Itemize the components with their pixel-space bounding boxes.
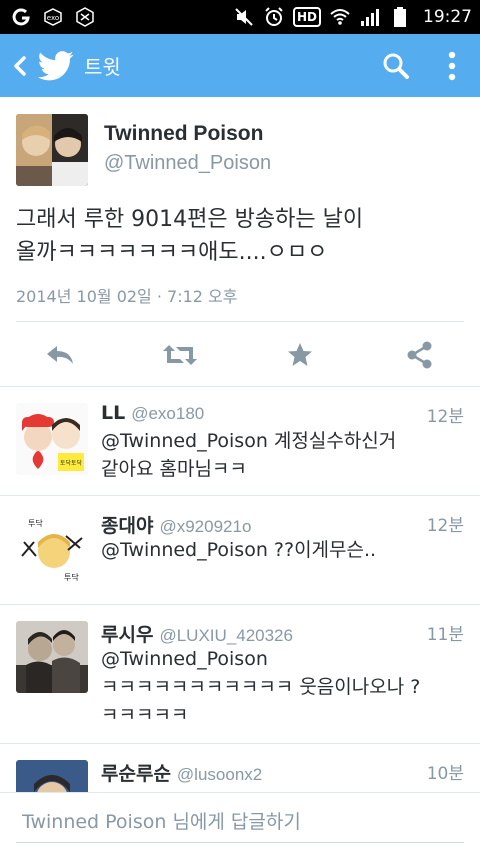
reply-author-handle[interactable]: @exo180 [131, 404, 204, 424]
reply-author-name[interactable]: 루순루순 [101, 759, 171, 786]
exo-logo-icon: exo [42, 6, 64, 28]
hd-voice-icon: HD [292, 7, 321, 27]
reply-time: 12분 [426, 407, 464, 427]
search-icon [383, 53, 409, 79]
alarm-icon [263, 6, 285, 28]
tweet-actions [0, 337, 480, 377]
reply-time: 12분 [426, 516, 464, 536]
reply-text: @Twinned_Poison ??이게무슨.. [101, 536, 461, 564]
reply-text-line: ㅋㅋㅋㅋㅋㅋㅋㅋㅋㅋㅋ 웃음이나오나 ? [101, 676, 421, 698]
reply-author-handle[interactable]: @LUXIU_420326 [159, 626, 293, 646]
reply-author-handle[interactable]: @x920921o [159, 517, 251, 537]
author-avatar[interactable] [16, 114, 88, 186]
wifi-icon [329, 6, 351, 28]
svg-text:exo: exo [47, 14, 59, 22]
favorite-icon [288, 343, 312, 366]
reply-author-handle[interactable]: @lusoonx2 [177, 765, 262, 785]
reply-author-name[interactable]: LL [101, 402, 125, 424]
sticker-label: 토닥토닥 [60, 460, 83, 467]
reply-avatar[interactable] [16, 621, 88, 693]
reply-tweet[interactable]: 루시우 @LUXIU_420326 11분 @Twinned_Poison ㅋㅋ… [0, 605, 480, 743]
reply-text-line: 같아요 홈마님ㅋㅋ [101, 458, 247, 480]
reply-tweet[interactable]: 루순루순 @lusoonx2 10분 [0, 744, 480, 792]
overflow-menu-icon [448, 51, 456, 80]
author-name[interactable]: Twinned Poison [104, 122, 271, 146]
battery-icon [389, 6, 411, 28]
reply-button[interactable] [40, 337, 80, 373]
share-icon [407, 341, 432, 369]
tweet-text: 그래서 루한 9014편은 방송하는 날이 올까ㅋㅋㅋㅋㅋㅋㅋ애도....ㅇㅁㅇ [16, 203, 466, 269]
sticker-label: 투닥 [28, 518, 43, 528]
main-tweet: Twinned Poison @Twinned_Poison 그래서 루한 90… [0, 97, 480, 387]
reply-text: @Twinned_Poison ㅋㅋㅋㅋㅋㅋㅋㅋㅋㅋㅋ 웃음이나오나 ? ㅋㅋㅋ… [101, 645, 461, 729]
reply-text-line: @Twinned_Poison ??이게무슨.. [101, 539, 377, 561]
sticker-label: 투닥 [64, 572, 79, 582]
page-title: 트윗 [84, 55, 121, 79]
reply-text: @Twinned_Poison 계정실수하신거 같아요 홈마님ㅋㅋ [101, 427, 461, 483]
reply-time: 11분 [426, 625, 464, 645]
tweet-author[interactable]: Twinned Poison @Twinned_Poison [16, 114, 271, 186]
share-button[interactable] [400, 337, 440, 373]
reply-tweet[interactable]: 투닥 투닥 종대야 @x920921o 12분 @Twinned_Poison … [0, 496, 480, 604]
reply-avatar[interactable]: 토닥토닥 [16, 403, 88, 475]
reply-time: 10분 [426, 764, 464, 784]
favorite-button[interactable] [280, 337, 320, 373]
reply-input[interactable] [16, 801, 464, 843]
reply-avatar[interactable]: 투닥 투닥 [16, 512, 88, 584]
status-bar: exo HD 19:27 [0, 0, 480, 34]
overflow-menu-button[interactable] [424, 34, 480, 97]
tweet-text-line: 올까ㅋㅋㅋㅋㅋㅋㅋ애도....ㅇㅁㅇ [16, 240, 328, 265]
reply-text-line: @Twinned_Poison [101, 648, 268, 670]
tweet-timestamp: 2014년 10월 02일 · 7:12 오후 [16, 287, 238, 306]
exo-logo-icon [74, 6, 96, 28]
status-time: 19:27 [423, 7, 472, 27]
reply-tweet[interactable]: 토닥토닥 LL @exo180 12분 @Twinned_Poison 계정실수… [0, 387, 480, 495]
search-button[interactable] [368, 34, 424, 97]
reply-author-name[interactable]: 루시우 [101, 620, 153, 647]
reply-composer [0, 792, 480, 853]
back-icon [14, 55, 26, 76]
reply-text-line: ㅋㅋㅋㅋㅋ [101, 704, 189, 726]
tweet-text-line: 그래서 루한 9014편은 방송하는 날이 [16, 207, 364, 232]
author-handle[interactable]: @Twinned_Poison [104, 152, 271, 175]
reply-icon [47, 346, 73, 364]
reply-text-line: @Twinned_Poison 계정실수하신거 [101, 430, 397, 452]
reply-author-name[interactable]: 종대야 [101, 511, 153, 538]
divider [16, 321, 464, 322]
mute-icon [233, 6, 255, 28]
g-app-icon [10, 6, 32, 28]
back-button[interactable] [4, 34, 36, 97]
reply-avatar[interactable] [16, 760, 88, 792]
twitter-bird-icon [36, 46, 76, 86]
retweet-button[interactable] [160, 337, 200, 373]
app-bar: 트윗 [0, 34, 480, 97]
signal-icon [359, 6, 381, 28]
retweet-icon [163, 345, 197, 365]
